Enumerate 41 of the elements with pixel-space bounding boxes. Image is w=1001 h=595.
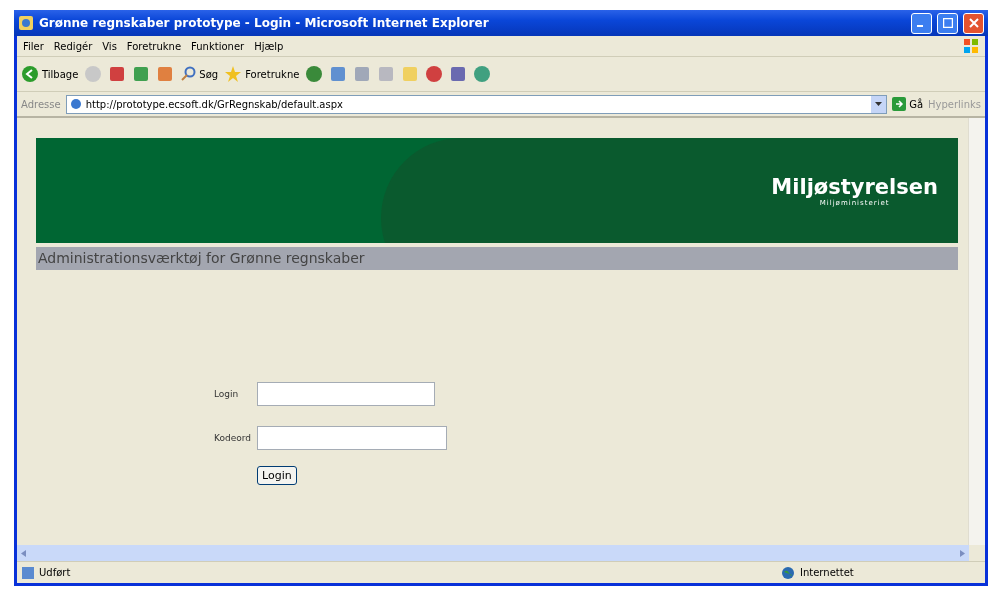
field-label: Kodeord [214,433,251,443]
field-label: Login [214,389,239,399]
browser-icon [18,15,34,31]
minimize-button[interactable] [911,12,932,34]
password-field[interactable] [257,426,447,450]
horizontal-scrollbar[interactable] [17,545,969,561]
back-button[interactable]: Tilbage [21,65,79,83]
menu-item[interactable]: Funktioner [191,40,245,52]
globe-icon [781,565,795,580]
menu-item[interactable]: Foretrukne [126,40,182,52]
login-button[interactable]: Login [257,466,297,485]
scroll-left-icon[interactable] [21,549,26,557]
menu-item[interactable]: Filer [23,40,44,52]
windows-logo-icon [963,38,979,54]
logo-title: Miljøstyrelsen [771,174,938,199]
dropdown-button[interactable] [871,95,887,113]
zone-text: Internettet [800,567,854,578]
page-heading: Administrationsværktøj for Grønne regnskaber [36,247,958,270]
star-icon [224,65,243,83]
page-icon [69,98,82,110]
close-icon [968,18,979,28]
window-title: Grønne regnskaber prototype - Login - Microsoft Internet Explorer [39,16,490,30]
status-text: Udført [39,567,71,578]
scroll-right-icon[interactable] [960,549,965,557]
favorites-button[interactable]: Foretrukne [224,65,300,83]
page-icon [21,565,35,580]
menu-item[interactable]: Redigér [53,40,93,52]
menu-item[interactable]: Vis [102,40,117,52]
login-field[interactable] [257,382,435,406]
maximize-icon [942,18,953,28]
maximize-button[interactable] [937,12,958,34]
search-button[interactable]: Søg [180,66,219,82]
address-label: Adresse [21,98,61,110]
go-button[interactable]: Gå [892,97,924,111]
address-field[interactable]: http://prototype.ecsoft.dk/GrRegnskab/default.aspx [65,94,888,114]
minimize-icon [916,25,923,27]
caret-icon [875,102,883,106]
search-icon [180,66,197,82]
close-button[interactable] [963,12,984,34]
menu-item[interactable]: Hjælp [254,40,284,52]
vertical-scrollbar[interactable] [968,118,985,545]
